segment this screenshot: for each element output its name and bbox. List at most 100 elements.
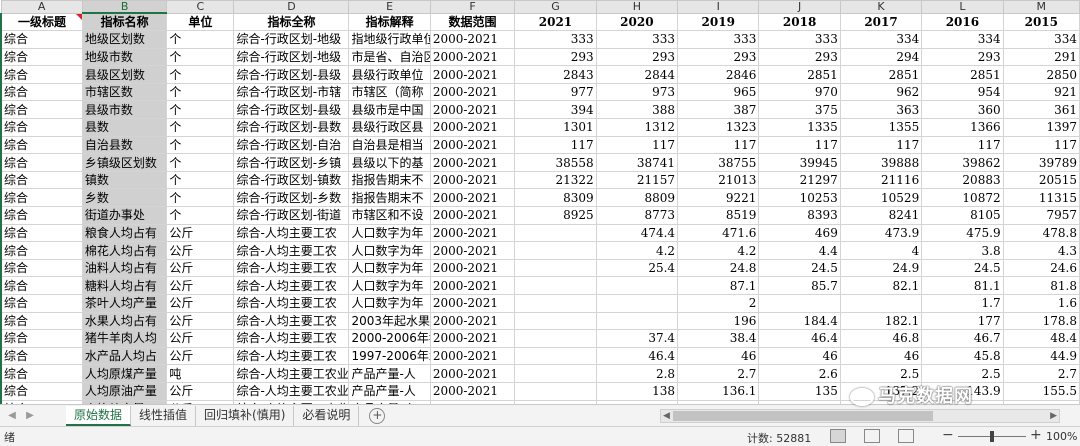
- table-cell[interactable]: 综合-人均主要工农: [233, 276, 350, 295]
- table-cell[interactable]: 24.9: [839, 258, 923, 278]
- table-cell[interactable]: 87.1: [677, 276, 760, 295]
- table-cell[interactable]: 471.6: [677, 223, 760, 243]
- table-cell[interactable]: 县级行政区县: [348, 118, 431, 137]
- table-cell[interactable]: 地级区划数: [81, 30, 168, 49]
- table-cell[interactable]: 2000-2021: [429, 276, 516, 295]
- table-cell[interactable]: 182.1: [839, 311, 923, 331]
- table-cell[interactable]: 公斤: [166, 381, 235, 401]
- table-cell[interactable]: [514, 329, 597, 348]
- table-cell[interactable]: 水果人均占有: [81, 311, 168, 331]
- table-cell[interactable]: 个: [166, 30, 235, 49]
- table-cell[interactable]: 市辖区数: [81, 82, 168, 102]
- scrollbar-thumb[interactable]: [673, 411, 933, 421]
- table-cell[interactable]: 2000-2021: [429, 170, 516, 190]
- table-cell[interactable]: 293: [514, 47, 597, 67]
- table-cell[interactable]: 公斤: [166, 276, 235, 295]
- table-cell[interactable]: [595, 294, 679, 313]
- table-cell[interactable]: 361: [1002, 100, 1080, 120]
- table-cell[interactable]: 综合-行政区划-地级: [233, 47, 350, 67]
- table-cell[interactable]: 475.9: [921, 223, 1004, 243]
- table-cell[interactable]: 2000-2021: [429, 135, 516, 155]
- table-cell[interactable]: 8393: [758, 206, 841, 225]
- table-cell[interactable]: 334: [921, 30, 1004, 49]
- table-cell[interactable]: 个: [166, 170, 235, 190]
- table-cell[interactable]: 117: [677, 135, 760, 155]
- table-cell[interactable]: 人口数字为年: [348, 258, 431, 278]
- table-cell[interactable]: 棉花人均占有: [81, 241, 168, 260]
- table-cell[interactable]: 2000-2021: [429, 153, 516, 172]
- table-cell[interactable]: 综合: [0, 329, 83, 348]
- table-cell[interactable]: 2000-2021: [429, 346, 516, 366]
- table-cell[interactable]: [514, 364, 597, 383]
- header-cell[interactable]: 2021: [514, 12, 597, 32]
- table-cell[interactable]: 综合: [0, 381, 83, 401]
- header-cell[interactable]: 2016: [921, 12, 1004, 32]
- table-cell[interactable]: 2.6: [758, 364, 841, 383]
- table-cell[interactable]: 8925: [514, 206, 597, 225]
- table-cell[interactable]: 县级以下的基: [348, 153, 431, 172]
- header-cell[interactable]: 2017: [839, 12, 923, 32]
- table-cell[interactable]: 人口数字为年: [348, 276, 431, 295]
- table-cell[interactable]: 1.6: [1002, 294, 1080, 313]
- table-cell[interactable]: 指报告期末不: [348, 170, 431, 190]
- table-cell[interactable]: 39789: [1002, 153, 1080, 172]
- table-cell[interactable]: 个: [166, 47, 235, 67]
- table-cell[interactable]: 473.9: [839, 223, 923, 243]
- column-header-f[interactable]: F: [429, 0, 516, 14]
- table-cell[interactable]: 水产品人均占: [81, 346, 168, 366]
- column-header-h[interactable]: H: [595, 0, 679, 14]
- table-cell[interactable]: 产品产量-人: [348, 364, 431, 383]
- table-cell[interactable]: 指报告期末不: [348, 188, 431, 208]
- table-cell[interactable]: 39888: [839, 153, 923, 172]
- table-cell[interactable]: 综合-人均主要工农: [233, 294, 350, 313]
- table-cell[interactable]: [514, 346, 597, 366]
- table-cell[interactable]: 135: [758, 381, 841, 401]
- header-cell[interactable]: 2020: [595, 12, 679, 32]
- table-cell[interactable]: 8809: [595, 188, 679, 208]
- table-cell[interactable]: 10253: [758, 188, 841, 208]
- table-cell[interactable]: 街道办事处: [81, 206, 168, 225]
- table-cell[interactable]: 2000-2021: [429, 206, 516, 225]
- table-cell[interactable]: 2846: [677, 65, 760, 84]
- table-cell[interactable]: 973: [595, 82, 679, 102]
- table-cell[interactable]: 333: [677, 30, 760, 49]
- table-cell[interactable]: 综合-行政区划-乡数: [233, 188, 350, 208]
- table-cell[interactable]: 8309: [514, 188, 597, 208]
- table-cell[interactable]: 2000-2021: [429, 381, 516, 401]
- table-cell[interactable]: 2.5: [839, 364, 923, 383]
- table-cell[interactable]: 2000-2021: [429, 118, 516, 137]
- header-cell[interactable]: 指标全称: [233, 12, 350, 32]
- table-cell[interactable]: 人均原煤产量: [81, 364, 168, 383]
- table-cell[interactable]: 117: [758, 135, 841, 155]
- table-cell[interactable]: [514, 311, 597, 331]
- table-cell[interactable]: 2000-2021: [429, 294, 516, 313]
- table-cell[interactable]: [839, 294, 923, 313]
- table-cell[interactable]: 综合: [0, 82, 83, 102]
- zoom-in-button[interactable]: +: [1030, 427, 1042, 443]
- page-layout-view-icon[interactable]: [864, 429, 880, 443]
- table-cell[interactable]: 综合-人均主要工农业: [233, 364, 350, 383]
- table-cell[interactable]: 2843: [514, 65, 597, 84]
- table-cell[interactable]: 2000-2021: [429, 100, 516, 120]
- table-cell[interactable]: 公斤: [166, 311, 235, 331]
- table-cell[interactable]: 综合-行政区划-市辖: [233, 82, 350, 102]
- table-cell[interactable]: 293: [758, 47, 841, 67]
- header-cell[interactable]: 2018: [758, 12, 841, 32]
- table-cell[interactable]: 个: [166, 100, 235, 120]
- table-cell[interactable]: 综合: [0, 276, 83, 295]
- table-cell[interactable]: 县级市数: [81, 100, 168, 120]
- table-cell[interactable]: 镇数: [81, 170, 168, 190]
- table-cell[interactable]: 334: [1002, 30, 1080, 49]
- table-cell[interactable]: 196: [677, 311, 760, 331]
- header-cell[interactable]: 2015: [1002, 12, 1080, 32]
- table-cell[interactable]: 综合-行政区划-镇数: [233, 170, 350, 190]
- sheet-tab[interactable]: 线性插值: [131, 405, 197, 426]
- table-cell[interactable]: 综合: [0, 30, 83, 49]
- zoom-slider-knob[interactable]: [990, 431, 994, 442]
- table-cell[interactable]: 综合-行政区划-县级: [233, 65, 350, 84]
- table-cell[interactable]: 2851: [758, 65, 841, 84]
- column-header-i[interactable]: I: [677, 0, 760, 14]
- table-cell[interactable]: 油料人均占有: [81, 258, 168, 278]
- column-header-j[interactable]: J: [758, 0, 841, 14]
- table-cell[interactable]: 46.7: [921, 329, 1004, 348]
